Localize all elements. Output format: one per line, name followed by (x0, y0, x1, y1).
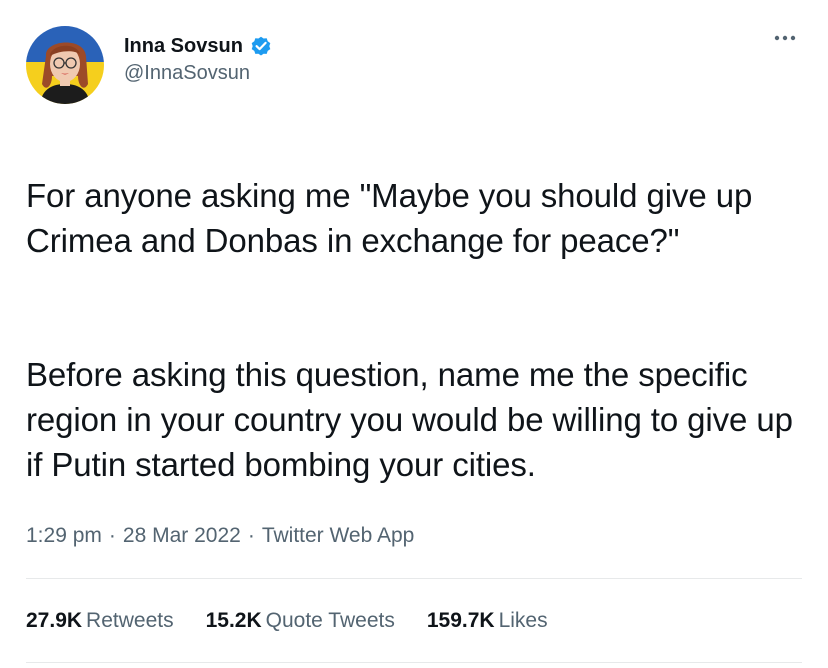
tweet-card: Inna Sovsun @InnaSovsun For anyone askin… (0, 0, 828, 668)
display-name[interactable]: Inna Sovsun (124, 35, 243, 58)
tweet-metadata: 1:29 pm · 28 Mar 2022 · Twitter Web App (26, 521, 414, 551)
tweet-time[interactable]: 1:29 pm (26, 524, 102, 548)
divider (26, 662, 802, 663)
quote-tweets-stat[interactable]: 15.2K Quote Tweets (206, 609, 395, 633)
tweet-header: Inna Sovsun @InnaSovsun (26, 26, 802, 104)
retweets-count: 27.9K (26, 609, 83, 632)
name-row: Inna Sovsun (124, 32, 273, 60)
more-options-icon[interactable] (770, 28, 800, 48)
tweet-paragraph: Before asking this question, name me the… (26, 356, 793, 483)
avatar-image (26, 26, 104, 104)
likes-count: 159.7K (426, 609, 495, 632)
divider (26, 578, 802, 579)
tweet-source[interactable]: Twitter Web App (262, 524, 415, 548)
retweets-stat[interactable]: 27.9K Retweets (26, 609, 174, 633)
likes-label: Likes (498, 609, 548, 632)
quote-tweets-count: 15.2K (205, 609, 262, 632)
separator: · (247, 524, 255, 547)
tweet-date[interactable]: 28 Mar 2022 (123, 524, 241, 548)
tweet-paragraph: For anyone asking me "Maybe you should g… (26, 177, 753, 259)
separator: · (108, 524, 116, 547)
avatar[interactable] (26, 26, 104, 104)
likes-stat[interactable]: 159.7K Likes (427, 609, 548, 633)
verified-badge-icon (249, 34, 273, 58)
tweet-text: For anyone asking me "Maybe you should g… (26, 128, 802, 532)
retweets-label: Retweets (86, 609, 174, 632)
handle[interactable]: @InnaSovsun (124, 62, 273, 85)
quote-tweets-label: Quote Tweets (265, 609, 395, 632)
author-info: Inna Sovsun @InnaSovsun (124, 32, 273, 85)
tweet-stats: 27.9K Retweets 15.2K Quote Tweets 159.7K Li… (26, 606, 580, 636)
